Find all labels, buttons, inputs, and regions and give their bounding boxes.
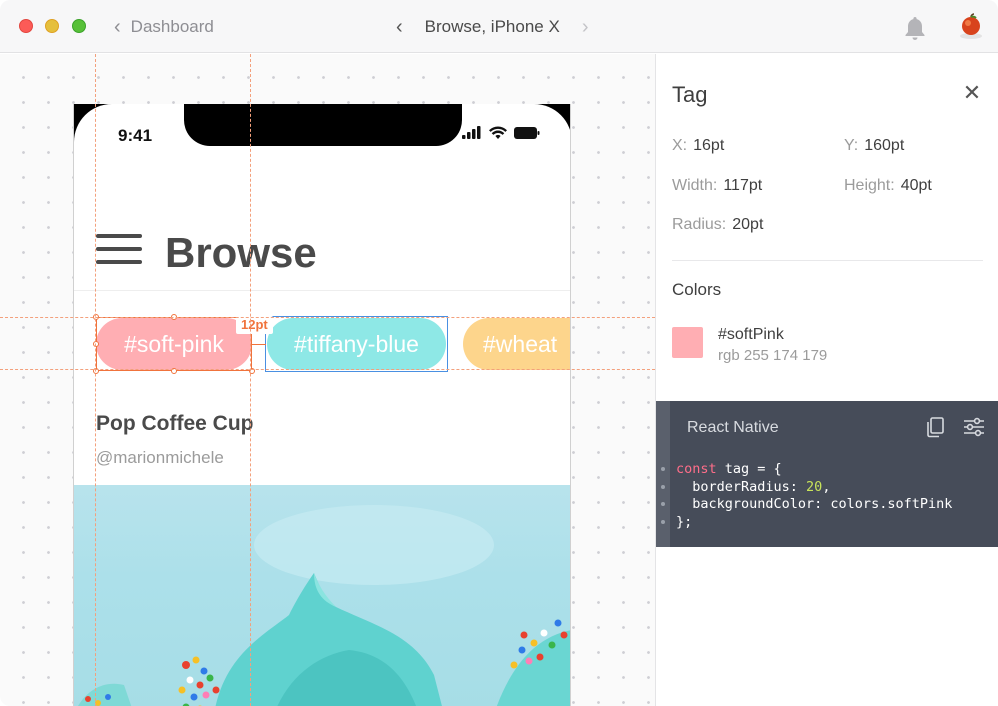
chevron-left-icon: ‹: [114, 16, 121, 38]
code-line-1: const tag = {: [676, 461, 952, 479]
prop-height-value[interactable]: 40pt: [901, 177, 932, 194]
inspector-divider: [672, 260, 983, 261]
copy-icon[interactable]: [925, 416, 945, 438]
card-title: Pop Coffee Cup: [96, 412, 254, 435]
guide-line-horizontal: [0, 369, 655, 370]
back-link-label: Dashboard: [130, 17, 214, 36]
spacing-measure-label: 12pt: [236, 316, 273, 334]
code-text: borderRadius:: [676, 478, 807, 495]
status-bar-time: 9:41: [118, 126, 153, 145]
code-line-4: };: [676, 513, 693, 530]
prop-x-label: X:: [672, 137, 688, 154]
close-window-button[interactable]: [19, 19, 33, 33]
user-avatar[interactable]: [958, 13, 984, 41]
code-line-3: backgroundColor: colors.softPink: [676, 496, 953, 512]
inspector-panel: Tag ✕ X: 16pt Y: 160pt Width: 117pt Height:…: [655, 54, 998, 706]
code-number: 20: [806, 478, 823, 495]
phone-screen: 9:41 Browse #soft-pink #tiffany-blue #wh…: [74, 104, 570, 706]
gutter-marker: [661, 502, 665, 506]
hamburger-menu-icon[interactable]: [96, 234, 142, 266]
inspector-title: Tag: [672, 82, 708, 107]
gutter-marker: [661, 520, 665, 524]
gutter-marker: [661, 467, 665, 471]
gutter-marker: [661, 485, 665, 489]
status-bar-icons: [462, 126, 540, 139]
back-to-dashboard-link[interactable]: ‹ Dashboard: [114, 16, 214, 38]
previous-screen-icon[interactable]: ‹: [396, 17, 403, 37]
minimize-window-button[interactable]: [45, 19, 59, 33]
card-author[interactable]: @marionmichele: [96, 448, 224, 468]
code-line-2: borderRadius: 20,: [676, 479, 952, 497]
design-canvas[interactable]: 9:41 Browse #soft-pink #tiffany-blue #wh…: [0, 54, 655, 706]
app-window: ‹ Dashboard ‹ Browse, iPhone X › 9:41 Br…: [0, 0, 998, 706]
prop-height: Height: 40pt: [844, 177, 932, 195]
resize-handle-left[interactable]: [93, 341, 99, 347]
guide-line-vertical: [95, 54, 96, 706]
code-snippet[interactable]: const tag = { borderRadius: 20, backgrou…: [676, 461, 952, 531]
screen-title: Browse, iPhone X: [424, 17, 560, 36]
code-keyword: const: [676, 461, 717, 477]
screen-switcher: ‹ Browse, iPhone X ›: [396, 16, 588, 38]
tag-wheat[interactable]: #wheat: [463, 318, 570, 370]
code-snippet-panel: React Native const tag = { borderRadius:…: [656, 401, 998, 547]
cupcake-photo: [74, 485, 570, 706]
header-divider: [74, 290, 570, 291]
sliders-icon[interactable]: [963, 417, 985, 437]
prop-radius-value[interactable]: 20pt: [732, 216, 763, 233]
prop-y-label: Y:: [844, 137, 859, 154]
prop-y-value[interactable]: 160pt: [864, 137, 904, 154]
next-screen-icon[interactable]: ›: [582, 17, 589, 37]
battery-icon: [514, 126, 540, 139]
code-gutter: [656, 401, 670, 547]
code-language-label[interactable]: React Native: [687, 419, 779, 437]
prop-radius: Radius: 20pt: [672, 216, 763, 234]
guide-line-vertical: [250, 54, 251, 706]
colors-heading: Colors: [672, 280, 722, 299]
title-bar: ‹ Dashboard ‹ Browse, iPhone X ›: [0, 0, 998, 53]
prop-x-value[interactable]: 16pt: [693, 137, 724, 154]
iphone-artboard[interactable]: 9:41 Browse #soft-pink #tiffany-blue #wh…: [73, 104, 571, 706]
prop-width-label: Width:: [672, 177, 718, 194]
guide-line-horizontal: [0, 317, 655, 318]
page-title: Browse: [165, 229, 317, 276]
color-rgb-value[interactable]: rgb 255 174 179: [718, 347, 827, 364]
prop-y: Y: 160pt: [844, 137, 904, 155]
bell-icon[interactable]: [900, 13, 930, 43]
prop-height-label: Height:: [844, 177, 895, 194]
cupcake-illustration: [78, 505, 570, 706]
color-swatch[interactable]: [672, 327, 703, 358]
color-name[interactable]: #softPink: [718, 326, 784, 344]
wifi-icon: [489, 126, 507, 139]
hovered-element-outline: [265, 316, 448, 372]
spacing-measure-line: [252, 344, 266, 345]
code-text: tag = {: [716, 461, 782, 477]
prop-width: Width: 117pt: [672, 177, 762, 195]
close-icon[interactable]: ✕: [962, 82, 982, 104]
prop-x: X: 16pt: [672, 137, 724, 155]
zoom-window-button[interactable]: [72, 19, 86, 33]
cellular-signal-icon: [462, 126, 481, 139]
phone-notch: [184, 104, 462, 146]
prop-width-value[interactable]: 117pt: [723, 177, 762, 194]
code-text: ,: [822, 478, 831, 495]
selected-element-outline: [96, 317, 252, 371]
prop-radius-label: Radius:: [672, 216, 727, 233]
